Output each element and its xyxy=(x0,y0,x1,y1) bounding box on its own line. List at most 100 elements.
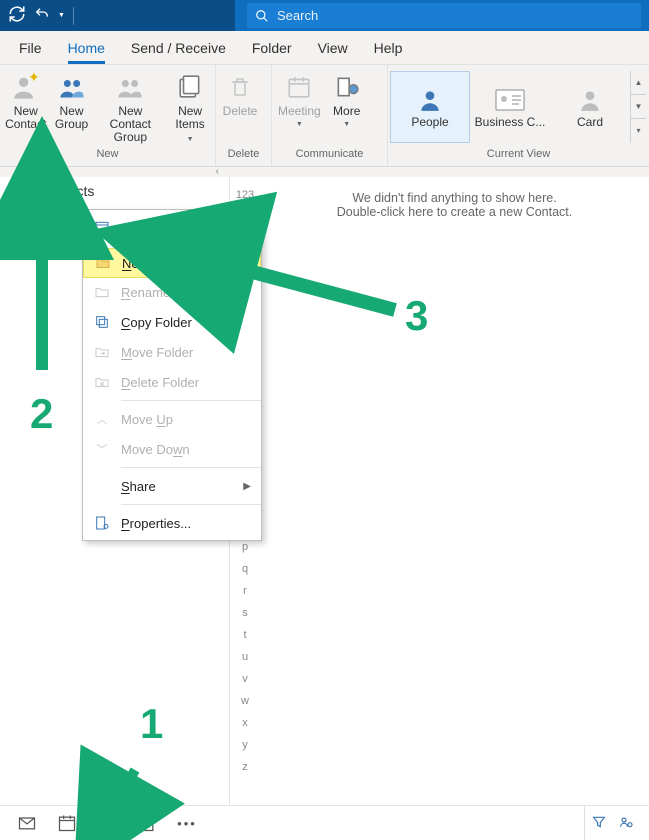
gallery-down-icon[interactable]: ▼ xyxy=(631,95,646,119)
ctx-delete-folder: Delete Folder xyxy=(83,367,261,397)
delete-folder-icon xyxy=(93,373,111,391)
ribbon-group-communicate: Meeting ▼ More ▼ Communicate xyxy=(272,65,388,166)
title-bar: ▼ xyxy=(0,0,649,31)
view-business-card[interactable]: Business C... xyxy=(470,71,550,143)
search-icon xyxy=(255,9,269,23)
chevron-down-icon: ▾ xyxy=(8,186,13,197)
dropdown-icon: ▼ xyxy=(343,118,350,131)
mouse-cursor-icon xyxy=(226,249,244,271)
tab-view[interactable]: View xyxy=(305,31,361,64)
ribbon-group-delete-label: Delete xyxy=(216,148,271,166)
ctx-open-new-window[interactable]: Open in New Window xyxy=(83,212,261,242)
properties-icon xyxy=(93,514,111,532)
new-cgroup-label-1: New Contact xyxy=(98,105,164,131)
move-folder-icon xyxy=(93,343,111,361)
rename-icon xyxy=(93,283,111,301)
gallery-up-icon[interactable]: ▲ xyxy=(631,71,646,95)
tab-home[interactable]: Home xyxy=(55,31,118,64)
alpha-index-item[interactable]: p xyxy=(242,541,248,553)
ctx-separator xyxy=(121,245,261,246)
new-group-label-2: Group xyxy=(55,118,88,131)
new-contact-label-2: Contact xyxy=(5,118,46,131)
new-group-button[interactable]: New Group xyxy=(50,67,94,148)
alpha-index-item[interactable]: s xyxy=(242,607,248,619)
new-items-button[interactable]: New Items ▼ xyxy=(167,67,213,148)
view-business-label: Business C... xyxy=(475,115,546,129)
alpha-index-item[interactable]: w xyxy=(241,695,249,707)
gallery-more-icon[interactable]: ▾ xyxy=(631,119,646,142)
mail-nav-button[interactable] xyxy=(8,808,46,838)
view-card-label: Card xyxy=(577,115,603,129)
bottom-nav: ••• xyxy=(0,805,649,840)
alpha-index-item[interactable]: 123 xyxy=(236,189,254,201)
search-wrap xyxy=(235,0,649,31)
submenu-arrow-icon: ▶ xyxy=(243,481,251,492)
quick-access-toolbar: ▼ xyxy=(0,0,235,31)
alpha-index-item[interactable]: y xyxy=(242,739,248,751)
qat-dropdown-icon[interactable]: ▼ xyxy=(58,12,65,19)
tab-file[interactable]: File xyxy=(6,31,55,64)
sync-icon[interactable] xyxy=(8,5,26,26)
alpha-index-item[interactable]: z xyxy=(242,761,248,773)
search-input[interactable] xyxy=(277,8,633,23)
more-nav-button[interactable]: ••• xyxy=(168,808,206,838)
delete-button: Delete xyxy=(218,67,262,148)
copy-folder-icon xyxy=(93,313,111,331)
ribbon-group-new: ✦ New Contact New Group New Contact Grou… xyxy=(0,65,216,166)
tab-folder[interactable]: Folder xyxy=(239,31,305,64)
alpha-index-item[interactable]: t xyxy=(243,629,246,641)
ctx-move-down: ﹀ Move Down xyxy=(83,434,261,464)
ctx-move-up: ︿ Move Up xyxy=(83,404,261,434)
ribbon-group-delete: Delete Delete xyxy=(216,65,272,166)
ribbon: ✦ New Contact New Group New Contact Grou… xyxy=(0,65,649,167)
alpha-index-item[interactable]: v xyxy=(242,673,248,685)
more-label: More xyxy=(333,105,360,118)
dropdown-icon: ▼ xyxy=(296,118,303,131)
search-box[interactable] xyxy=(247,3,641,28)
ctx-move-folder: Move Folder xyxy=(83,337,261,367)
empty-msg-1: We didn't find anything to show here. xyxy=(270,191,639,205)
ctx-separator xyxy=(121,400,261,401)
ribbon-group-current-view: People Business C... Card ▲ ▼ ▾ Current … xyxy=(388,65,649,166)
collapse-row: ‹ xyxy=(0,167,649,177)
people-nav-button[interactable] xyxy=(88,808,126,838)
alpha-index-item[interactable]: q xyxy=(242,563,248,575)
more-button[interactable]: More ▼ xyxy=(325,67,369,148)
tab-send-receive[interactable]: Send / Receive xyxy=(118,31,239,64)
ctx-properties[interactable]: Properties... xyxy=(83,508,261,538)
folder-add-icon xyxy=(94,254,112,272)
dropdown-icon: ▼ xyxy=(187,136,194,143)
ctx-share[interactable]: Share ▶ xyxy=(83,471,261,501)
alpha-index-item[interactable]: x xyxy=(242,717,248,729)
undo-icon[interactable] xyxy=(34,6,50,25)
ribbon-tabs: File Home Send / Receive Folder View Hel… xyxy=(0,31,649,65)
ctx-separator xyxy=(121,504,261,505)
filter-icon[interactable] xyxy=(591,814,607,833)
my-contacts-header[interactable]: ▾ My Contacts xyxy=(8,183,221,199)
main-pane[interactable]: We didn't find anything to show here. Do… xyxy=(260,177,649,805)
move-up-icon: ︿ xyxy=(93,410,111,428)
gallery-scroll[interactable]: ▲ ▼ ▾ xyxy=(630,71,646,143)
contacts-folder[interactable]: Contacts xyxy=(8,205,78,226)
ribbon-group-currentview-label: Current View xyxy=(388,148,649,166)
new-items-label-2: Items xyxy=(175,117,204,131)
meeting-button: Meeting ▼ xyxy=(274,67,325,148)
status-icons xyxy=(584,806,641,840)
view-people[interactable]: People xyxy=(390,71,470,143)
tab-help[interactable]: Help xyxy=(361,31,416,64)
new-contact-button[interactable]: ✦ New Contact xyxy=(2,67,50,148)
delete-label: Delete xyxy=(223,105,258,118)
alpha-index-item[interactable]: u xyxy=(242,651,248,663)
tasks-nav-button[interactable] xyxy=(128,808,166,838)
calendar-nav-button[interactable] xyxy=(48,808,86,838)
ctx-separator xyxy=(121,467,261,468)
new-contact-group-button[interactable]: New Contact Group xyxy=(94,67,168,148)
ribbon-group-communicate-label: Communicate xyxy=(272,148,387,166)
qat-separator xyxy=(73,7,74,25)
contact-card-icon[interactable] xyxy=(617,814,635,833)
alpha-index-item[interactable]: r xyxy=(243,585,247,597)
ctx-copy-folder[interactable]: Copy Folder xyxy=(83,307,261,337)
view-card[interactable]: Card xyxy=(550,71,630,143)
collapse-caret-icon[interactable]: ‹ xyxy=(216,166,219,177)
blank-icon xyxy=(93,477,111,495)
